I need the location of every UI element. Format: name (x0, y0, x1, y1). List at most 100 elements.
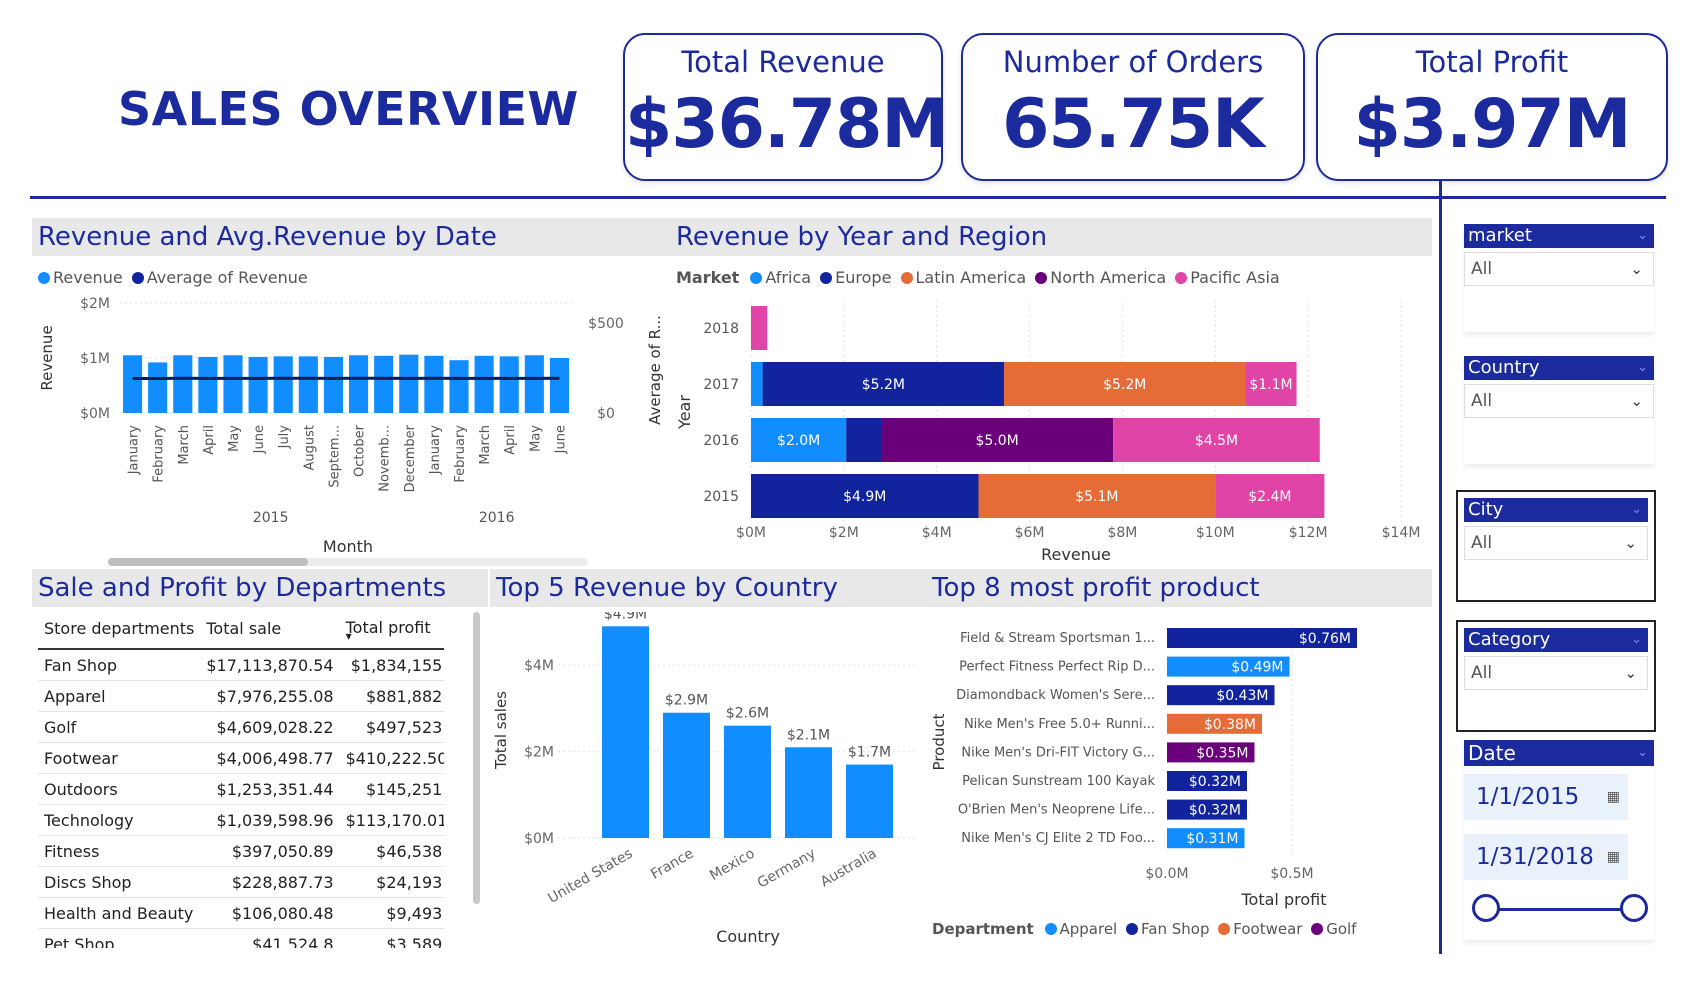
table-cell: $4,609,028.22 (200, 711, 340, 743)
table-row[interactable]: Fitness$397,050.89$46,538.06 (38, 835, 444, 867)
legend-dot-europe (820, 272, 833, 284)
slicer-category[interactable]: Category ⌄ All ⌄ (1456, 620, 1656, 732)
slicer-header[interactable]: Date ⌄ (1464, 740, 1654, 766)
y-tick-label: Nike Men's CJ Elite 2 TD Foo... (961, 831, 1155, 846)
x-axis-label: Total profit (1241, 890, 1327, 909)
x-tick-label: August (302, 425, 317, 471)
sort-desc-icon[interactable]: ▾ (346, 630, 444, 642)
data-label: $4.9M (843, 489, 886, 505)
data-label: $0.35M (1196, 745, 1248, 761)
kpi-value: 65.75K (1002, 85, 1265, 164)
data-label: $2.0M (777, 433, 820, 449)
kpi-orders-card[interactable]: Number of Orders 65.75K (961, 33, 1305, 181)
date-range-end-handle[interactable] (1620, 894, 1648, 922)
chevron-down-icon[interactable]: ⌄ (1637, 356, 1648, 380)
legend-dot-footwear (1218, 923, 1231, 935)
chevron-down-icon[interactable]: ⌄ (1637, 224, 1648, 248)
kpi-label: Total Revenue (681, 45, 885, 79)
table-row[interactable]: Pet Shop$41,524.8$3,589.26 (38, 928, 444, 948)
revenue-date-chart[interactable]: $0M$1M$2M$0$500Revenue Average of R...Jan… (32, 290, 664, 570)
kpi-label: Number of Orders (1002, 45, 1264, 79)
table-scrollbar[interactable] (473, 612, 480, 904)
table-row[interactable]: Outdoors$1,253,351.44$145,251.46 (38, 773, 444, 805)
table-row[interactable]: Fan Shop$17,113,870.54$1,834,155.43 (38, 649, 444, 681)
column-header[interactable]: Store departments (38, 608, 201, 650)
table-row[interactable]: Footwear$4,006,498.77$410,222.5001 (38, 742, 444, 774)
panel-title-year-region: Revenue by Year and Region (670, 218, 1432, 256)
y-tick-label: Nike Men's Free 5.0+ Runni... (964, 717, 1155, 732)
y-axis-label: Total sales (492, 691, 510, 770)
data-label: $0.43M (1216, 688, 1268, 704)
x-tick-label: $0.0M (1145, 866, 1188, 882)
kpi-total-revenue-card[interactable]: Total Revenue $36.78M (623, 33, 949, 181)
y2-tick-label: $500 (588, 316, 624, 332)
table-row[interactable]: Discs Shop$228,887.73$24,193.12 (38, 866, 444, 898)
city-dropdown[interactable]: All ⌄ (1464, 526, 1648, 560)
x-tick-label: $12M (1289, 525, 1328, 541)
kpi-label: Total Profit (1415, 45, 1569, 79)
slicer-market[interactable]: market ⌄ All ⌄ (1464, 224, 1654, 332)
country-dropdown[interactable]: All ⌄ (1464, 384, 1654, 418)
calendar-icon[interactable]: ▦ (1607, 834, 1620, 880)
revenue-bar (399, 354, 419, 413)
slicer-date[interactable]: Date ⌄ 1/1/2015 ▦ 1/31/2018 ▦ (1464, 740, 1654, 940)
y-tick-label: $2M (524, 745, 554, 761)
table-cell: $3,589.26 (339, 928, 444, 948)
slicer-header[interactable]: Category ⌄ (1464, 628, 1648, 652)
date-range-track[interactable] (1488, 908, 1628, 911)
legend-revenue-date: Revenue Average of Revenue (38, 268, 308, 287)
table-row[interactable]: Apparel$7,976,255.08$881,882.93 (38, 680, 444, 712)
y-axis-label: Year (675, 395, 694, 430)
end-date-input[interactable]: 1/31/2018 ▦ (1464, 834, 1628, 880)
legend-label: Africa (765, 268, 812, 287)
panel-title-departments: Sale and Profit by Departments (32, 569, 488, 607)
table-row[interactable]: Technology$1,039,598.96$113,170.0102 (38, 804, 444, 836)
y-tick-label: 2015 (703, 489, 739, 505)
x-tick-label: June (553, 425, 568, 454)
table-cell: Pet Shop (38, 928, 201, 948)
table-row[interactable]: Golf$4,609,028.22$497,523.56 (38, 711, 444, 743)
date-range-start-handle[interactable] (1472, 894, 1500, 922)
y-tick-label: 2017 (703, 377, 739, 393)
y-tick-label: Perfect Fitness Perfect Rip D... (959, 660, 1155, 675)
table-cell: Outdoors (38, 773, 201, 805)
chevron-down-icon[interactable]: ⌄ (1631, 498, 1642, 522)
revenue-bar (349, 355, 369, 413)
table-cell: Fan Shop (38, 649, 201, 681)
slicer-country[interactable]: Country ⌄ All ⌄ (1464, 356, 1654, 464)
revenue-bar (474, 355, 494, 413)
chevron-down-icon[interactable]: ⌄ (1630, 385, 1643, 417)
year-region-chart[interactable]: $0M $2M $4M $6M $8M $10M $12M $14M Year Revenue 20… (640, 290, 1430, 570)
departments-table-wrap: Store departments Total sale Total profit ▾… (38, 608, 444, 948)
x-tick-label: April (503, 425, 518, 455)
slicer-city[interactable]: City ⌄ All ⌄ (1456, 490, 1656, 602)
y-tick-label: $1M (80, 351, 110, 367)
chevron-down-icon[interactable]: ⌄ (1630, 253, 1643, 285)
column-header[interactable]: Total sale (200, 608, 340, 650)
slicer-header[interactable]: Country ⌄ (1464, 356, 1654, 380)
slicer-header[interactable]: City ⌄ (1464, 498, 1648, 522)
data-label: $0.76M (1299, 631, 1351, 647)
slicer-label: City (1468, 499, 1504, 520)
calendar-icon[interactable]: ▦ (1607, 774, 1620, 820)
category-dropdown[interactable]: All ⌄ (1464, 656, 1648, 690)
slicer-header[interactable]: market ⌄ (1464, 224, 1654, 248)
data-label: $0.49M (1231, 660, 1283, 676)
x-tick-label: $6M (1015, 525, 1045, 541)
legend-title: Market (676, 268, 740, 287)
table-row[interactable]: Health and Beauty$106,080.48$9,493.63 (38, 897, 444, 929)
start-date-input[interactable]: 1/1/2015 ▦ (1464, 774, 1628, 820)
top8-products-chart[interactable]: $0.0M $0.5M Product Total profit Field & Str… (926, 612, 1426, 912)
column-header[interactable]: Total profit ▾ (339, 608, 444, 650)
table-cell: $9,493.63 (339, 897, 444, 929)
revenue-bar (323, 356, 343, 413)
market-dropdown[interactable]: All ⌄ (1464, 252, 1654, 286)
chevron-down-icon[interactable]: ⌄ (1624, 527, 1637, 559)
x-tick-label: March (478, 425, 493, 465)
revenue-bar (424, 355, 444, 413)
top5-country-chart[interactable]: $0M $2M $4M Total sales $4.9M United States $2… (490, 612, 920, 952)
chevron-down-icon[interactable]: ⌄ (1631, 628, 1642, 652)
chevron-down-icon[interactable]: ⌄ (1637, 740, 1648, 766)
chevron-down-icon[interactable]: ⌄ (1624, 657, 1637, 689)
kpi-total-profit-card[interactable]: Total Profit $3.97M (1316, 33, 1668, 181)
